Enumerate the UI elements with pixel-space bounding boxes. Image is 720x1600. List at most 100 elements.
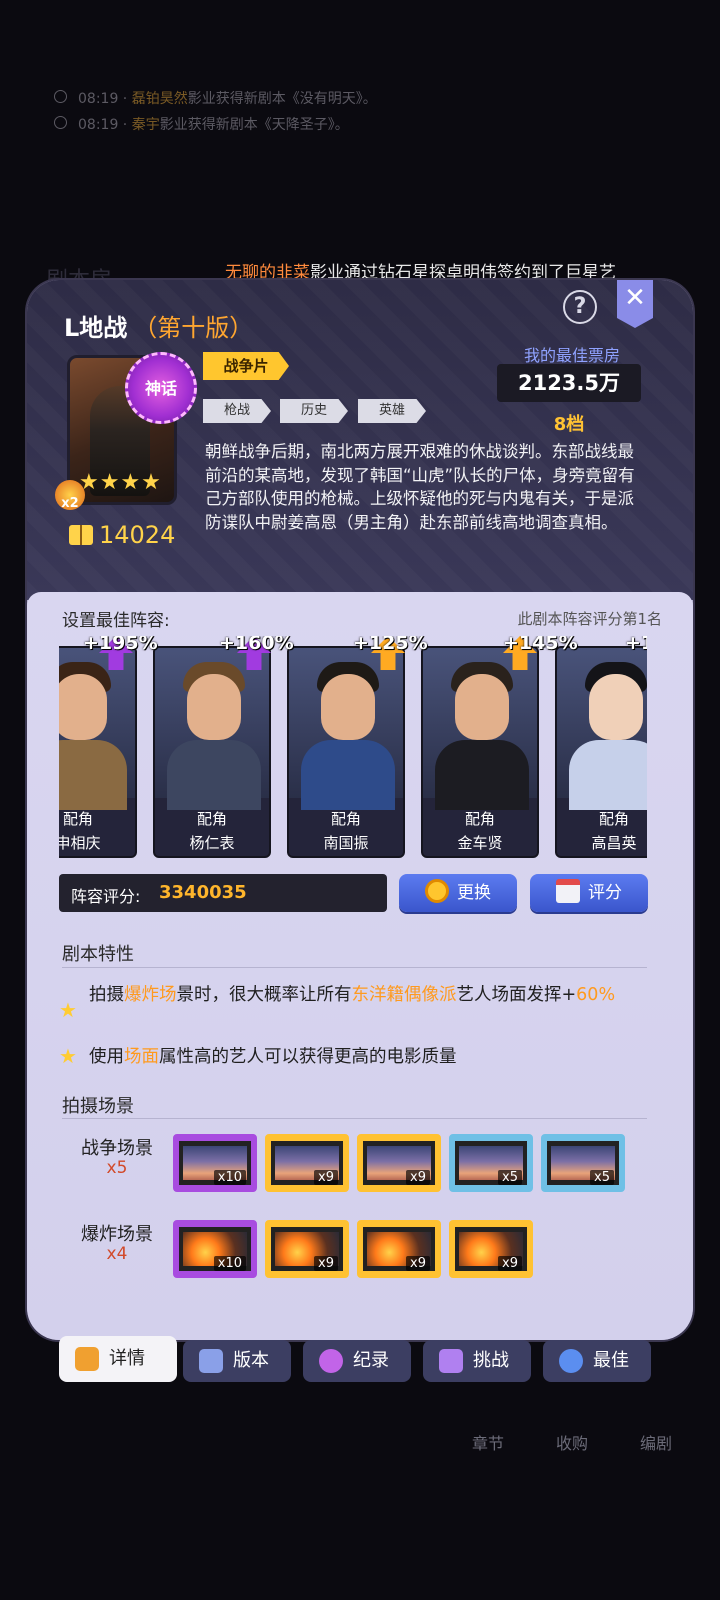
trait-highlight: 场面: [124, 1047, 159, 1067]
actor-outfit: [59, 740, 127, 810]
news-log-entry: 08:19 · 秦宇影业获得新剧本《天降圣子》。: [54, 114, 349, 134]
script-detail-dialog: L地战 （第十版） ? ✕ 神话 ★★★★ x2 14024 战争片 枪战 历史 …: [27, 280, 693, 1340]
help-button[interactable]: ?: [563, 290, 597, 324]
close-button[interactable]: ✕: [617, 280, 653, 328]
trait-text: 属性高的艺人可以获得更高的电影质量: [159, 1047, 457, 1067]
rate-label: 评分: [588, 883, 622, 903]
trait-highlight: 60%: [576, 985, 616, 1005]
actor-portrait: [155, 648, 269, 810]
scene-item-qty: x9: [314, 1170, 338, 1185]
nav-chapter: 章节: [472, 1434, 505, 1453]
scene-item[interactable]: x5: [541, 1134, 625, 1192]
medal-icon: [559, 1349, 583, 1373]
actor-card[interactable]: 配角 杨仁表: [153, 646, 271, 858]
tab-label: 详情: [109, 1348, 145, 1369]
multiplier-badge: x2: [55, 480, 85, 511]
actor-card[interactable]: 配角 高昌英: [555, 646, 647, 858]
genre-tag: 战争片: [203, 352, 289, 380]
scene-item-qty: x10: [213, 1170, 246, 1185]
rarity-label: 神话: [144, 379, 177, 398]
actor-role: 配角: [196, 810, 227, 828]
divider: [62, 967, 647, 968]
script-description: 朝鲜战争后期，南北两方展开艰难的休战谈判。东部战线最前沿的某高地，发现了韩国“山…: [205, 442, 635, 532]
actor-face: [187, 674, 241, 740]
actor-name: 申相庆: [59, 834, 101, 852]
scene-item-qty: x5: [498, 1170, 522, 1185]
document-icon: [75, 1347, 99, 1371]
lineup-rank: 此剧本阵容评分第1名: [517, 610, 662, 628]
actor-outfit: [435, 740, 529, 810]
best-box-office-label: 我的最佳票房: [523, 346, 620, 365]
tab-version[interactable]: 版本: [183, 1340, 291, 1382]
scene-item[interactable]: x9: [265, 1134, 349, 1192]
refresh-icon: [425, 879, 449, 903]
scene-item-qty: x5: [590, 1170, 614, 1185]
log-player-name: 磊铂昊然: [131, 91, 188, 107]
tab-label: 最佳: [593, 1350, 629, 1371]
multiplier-label: x2: [61, 496, 79, 511]
tab-label: 纪录: [353, 1350, 389, 1371]
scene-item-qty: x10: [213, 1256, 246, 1271]
actor-face: [589, 674, 643, 740]
scene-item[interactable]: x9: [357, 1220, 441, 1278]
best-box-office-value: 2123.5万: [497, 364, 641, 402]
trait-text: 景时，很大概率让所有: [176, 985, 352, 1005]
log-player-name: 秦宇: [131, 117, 160, 133]
question-card-icon: [199, 1349, 223, 1373]
boost-percent: +160%: [219, 636, 294, 654]
log-text: 影业获得新剧本《没有明天》。: [187, 91, 377, 107]
clock-icon: [54, 116, 67, 129]
tag-gunfight: 枪战: [203, 399, 271, 423]
rate-button[interactable]: 评分: [530, 874, 648, 912]
traits-title: 剧本特性: [62, 944, 134, 965]
lineup-score-bar: 阵容评分: 3340035: [59, 874, 387, 912]
trait-text: 艺人场面发挥+: [456, 985, 577, 1005]
log-time: 08:19: [78, 91, 119, 107]
actor-outfit: [569, 740, 647, 810]
trait-highlight: 东洋籍偶像派: [351, 985, 457, 1005]
actor-portrait: [289, 648, 403, 810]
actor-portrait: [557, 648, 647, 810]
mythic-rarity-badge: 神话: [125, 352, 197, 424]
crown-icon: [439, 1349, 463, 1373]
actor-card[interactable]: 配角 南国振: [287, 646, 405, 858]
tab-details[interactable]: 详情: [59, 1336, 177, 1382]
actor-role: 配角: [330, 810, 361, 828]
calendar-icon: [556, 879, 580, 903]
tab-label: 挑战: [473, 1350, 509, 1371]
scene-item[interactable]: x9: [357, 1134, 441, 1192]
actor-name: 杨仁表: [189, 834, 235, 852]
tab-best[interactable]: 最佳: [543, 1340, 651, 1382]
tag-history: 历史: [280, 399, 348, 423]
clock-icon: [54, 90, 67, 103]
actor-face: [321, 674, 375, 740]
scene-item[interactable]: x10: [173, 1134, 257, 1192]
tab-record[interactable]: 纪录: [303, 1340, 411, 1382]
script-title-text: L地战: [64, 314, 128, 342]
actor-role: 配角: [62, 810, 93, 828]
scene-item-qty: x9: [498, 1256, 522, 1271]
book-icon: [69, 525, 93, 545]
scene-row-label: 战争场景: [81, 1138, 153, 1159]
scene-item[interactable]: x10: [173, 1220, 257, 1278]
scene-item[interactable]: x9: [265, 1220, 349, 1278]
tab-challenge[interactable]: 挑战: [423, 1340, 531, 1382]
scene-item-qty: x9: [406, 1256, 430, 1271]
scene-item-qty: x9: [314, 1256, 338, 1271]
actor-name: 南国振: [323, 834, 369, 852]
replace-label: 更换: [457, 883, 491, 903]
log-text: 影业获得新剧本《天降圣子》。: [159, 117, 349, 133]
actor-card[interactable]: 配角 金车贤: [421, 646, 539, 858]
replace-button[interactable]: 更换: [399, 874, 517, 912]
trait-text: 使用: [89, 1047, 124, 1067]
actor-name: 金车贤: [457, 834, 503, 852]
star-rating: ★★★★: [79, 470, 162, 495]
actor-card[interactable]: 配角 申相庆: [59, 646, 137, 858]
scene-item[interactable]: x5: [449, 1134, 533, 1192]
scene-item[interactable]: x9: [449, 1220, 533, 1278]
scene-row-label: 爆炸场景: [81, 1224, 153, 1245]
actor-outfit: [167, 740, 261, 810]
script-edition: （第十版）: [133, 314, 254, 342]
actor-card-strip[interactable]: 配角 申相庆 配角 杨仁表 配角 南国振 配角 金车贤 配角 高昌英 +195%…: [59, 636, 647, 866]
actor-face: [455, 674, 509, 740]
